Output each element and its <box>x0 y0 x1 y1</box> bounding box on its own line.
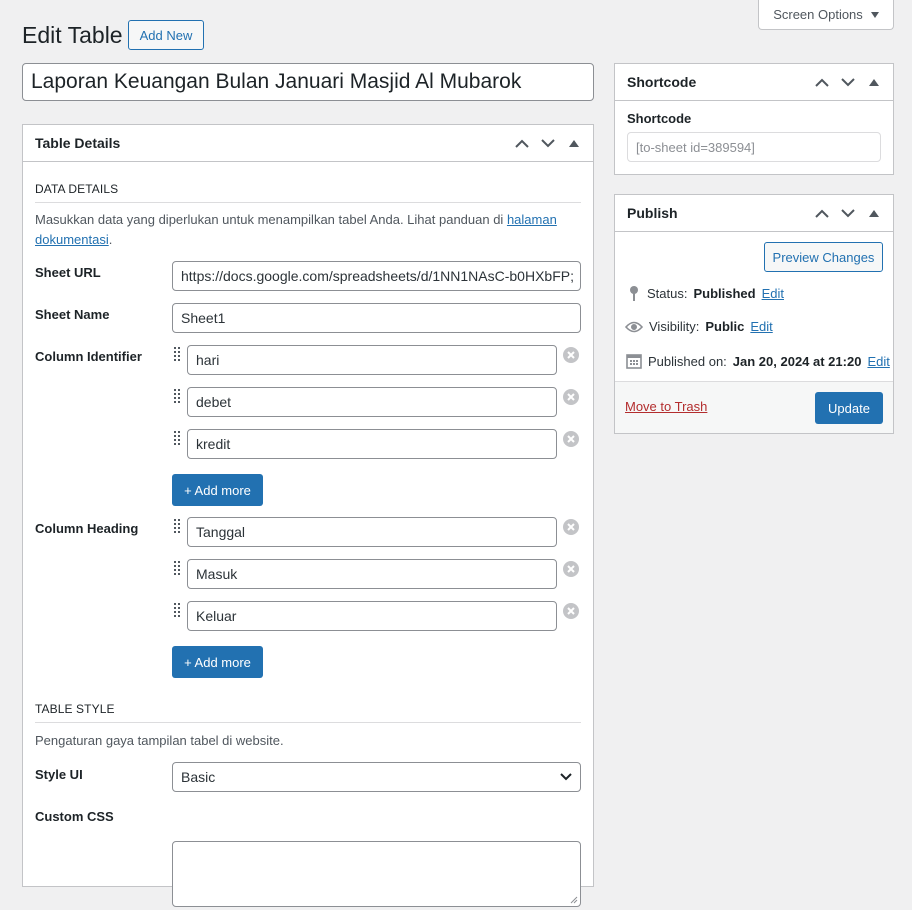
chevron-down-icon <box>841 78 855 87</box>
shortcode-heading: Shortcode <box>627 74 697 90</box>
shortcode-header: Shortcode <box>615 64 893 101</box>
table-title-input[interactable]: Laporan Keuangan Bulan Januari Masjid Al… <box>22 63 594 101</box>
column-heading-input[interactable]: Tanggal <box>187 517 557 547</box>
move-to-trash-link[interactable]: Move to Trash <box>625 399 707 414</box>
drag-handle-icon[interactable] <box>174 603 180 622</box>
visibility-label: Visibility: <box>649 319 700 334</box>
divider <box>35 202 581 203</box>
triangle-up-icon <box>869 79 879 86</box>
divider <box>35 722 581 723</box>
table-details-header: Table Details <box>23 125 593 162</box>
table-details-heading: Table Details <box>35 135 121 151</box>
sheet-url-input[interactable]: https://docs.google.com/spreadsheets/d/1… <box>172 261 581 291</box>
status-value: Published <box>693 285 756 301</box>
move-down-button[interactable] <box>835 195 861 232</box>
remove-icon[interactable] <box>563 389 579 408</box>
sheet-name-input[interactable]: Sheet1 <box>172 303 581 333</box>
data-details-title: DATA DETAILS <box>35 182 119 196</box>
chevron-down-icon <box>541 139 555 148</box>
column-heading-label: Column Heading <box>35 521 139 536</box>
drag-handle-icon[interactable] <box>174 347 180 366</box>
table-style-title: TABLE STYLE <box>35 702 115 716</box>
data-details-description: Masukkan data yang diperlukan untuk mena… <box>35 210 575 250</box>
visibility-value: Public <box>705 319 745 334</box>
toggle-panel-button[interactable] <box>861 195 887 232</box>
column-identifier-input[interactable]: hari <box>187 345 557 375</box>
chevron-up-icon <box>815 209 829 218</box>
drag-handle-icon[interactable] <box>174 431 180 450</box>
pin-icon <box>630 286 638 301</box>
drag-handle-icon[interactable] <box>174 389 180 408</box>
column-heading-input[interactable]: Keluar <box>187 601 557 631</box>
status-row: Status: Published Edit <box>627 285 784 301</box>
preview-changes-button[interactable]: Preview Changes <box>764 242 883 272</box>
sheet-name-label: Sheet Name <box>35 307 110 322</box>
publish-heading: Publish <box>627 205 678 221</box>
published-on-row: Published on: Jan 20, 2024 at 21:20 Edit <box>626 353 890 369</box>
remove-icon[interactable] <box>563 603 579 622</box>
remove-icon[interactable] <box>563 519 579 538</box>
column-identifier-label: Column Identifier <box>35 349 142 364</box>
calendar-icon <box>626 354 642 369</box>
publish-box: Publish Preview Changes Status: Publishe… <box>614 194 894 434</box>
table-style-description: Pengaturan gaya tampilan tabel di websit… <box>35 733 284 748</box>
sheet-url-label: Sheet URL <box>35 265 101 280</box>
style-ui-select[interactable]: Basic <box>172 762 581 792</box>
table-details-box: Table Details DATA DETAILS Masukkan data… <box>22 124 594 907</box>
visibility-row: Visibility: Public Edit <box>625 319 773 334</box>
toggle-panel-button[interactable] <box>561 125 587 162</box>
move-up-button[interactable] <box>809 195 835 232</box>
toggle-panel-button[interactable] <box>861 64 887 101</box>
edit-visibility-link[interactable]: Edit <box>750 319 772 334</box>
chevron-down-icon <box>841 209 855 218</box>
published-label: Published on: <box>648 353 727 369</box>
edit-status-link[interactable]: Edit <box>762 286 784 301</box>
custom-css-label: Custom CSS <box>35 809 114 824</box>
chevron-down-icon <box>560 773 572 781</box>
publish-header: Publish <box>615 195 893 232</box>
drag-handle-icon[interactable] <box>174 519 180 538</box>
style-ui-value: Basic <box>181 769 216 785</box>
page-title: Edit Table <box>22 22 123 48</box>
style-ui-label: Style UI <box>35 767 83 782</box>
shortcode-input[interactable]: [to-sheet id=389594] <box>627 132 881 162</box>
screen-options-button[interactable]: Screen Options <box>758 0 894 30</box>
triangle-up-icon <box>869 210 879 217</box>
remove-icon[interactable] <box>563 431 579 450</box>
remove-icon[interactable] <box>563 561 579 580</box>
column-identifier-input[interactable]: kredit <box>187 429 557 459</box>
add-more-heading-button[interactable]: + Add more <box>172 646 263 678</box>
add-new-button[interactable]: Add New <box>128 20 204 50</box>
triangle-up-icon <box>569 140 579 147</box>
description-suffix: . <box>108 232 113 247</box>
column-heading-input[interactable]: Masuk <box>187 559 557 589</box>
move-down-button[interactable] <box>535 125 561 162</box>
published-value: Jan 20, 2024 at 21:20 <box>732 353 862 369</box>
column-identifier-input[interactable]: debet <box>187 387 557 417</box>
status-label: Status: <box>647 285 688 301</box>
custom-css-textarea[interactable] <box>172 841 581 907</box>
move-down-button[interactable] <box>835 64 861 101</box>
description-text: Masukkan data yang diperlukan untuk mena… <box>35 212 507 227</box>
eye-icon <box>625 321 643 332</box>
chevron-up-icon <box>815 78 829 87</box>
caret-down-icon <box>870 11 879 18</box>
drag-handle-icon[interactable] <box>174 561 180 580</box>
remove-icon[interactable] <box>563 347 579 366</box>
move-up-button[interactable] <box>809 64 835 101</box>
move-up-button[interactable] <box>509 125 535 162</box>
chevron-up-icon <box>515 139 529 148</box>
edit-date-link[interactable]: Edit <box>867 354 889 369</box>
shortcode-label: Shortcode <box>627 111 692 126</box>
resize-handle-icon <box>570 896 578 904</box>
add-more-identifier-button[interactable]: + Add more <box>172 474 263 506</box>
shortcode-box: Shortcode Shortcode [to-sheet id=389594] <box>614 63 894 175</box>
update-button[interactable]: Update <box>815 392 883 424</box>
screen-options-label: Screen Options <box>773 7 863 22</box>
